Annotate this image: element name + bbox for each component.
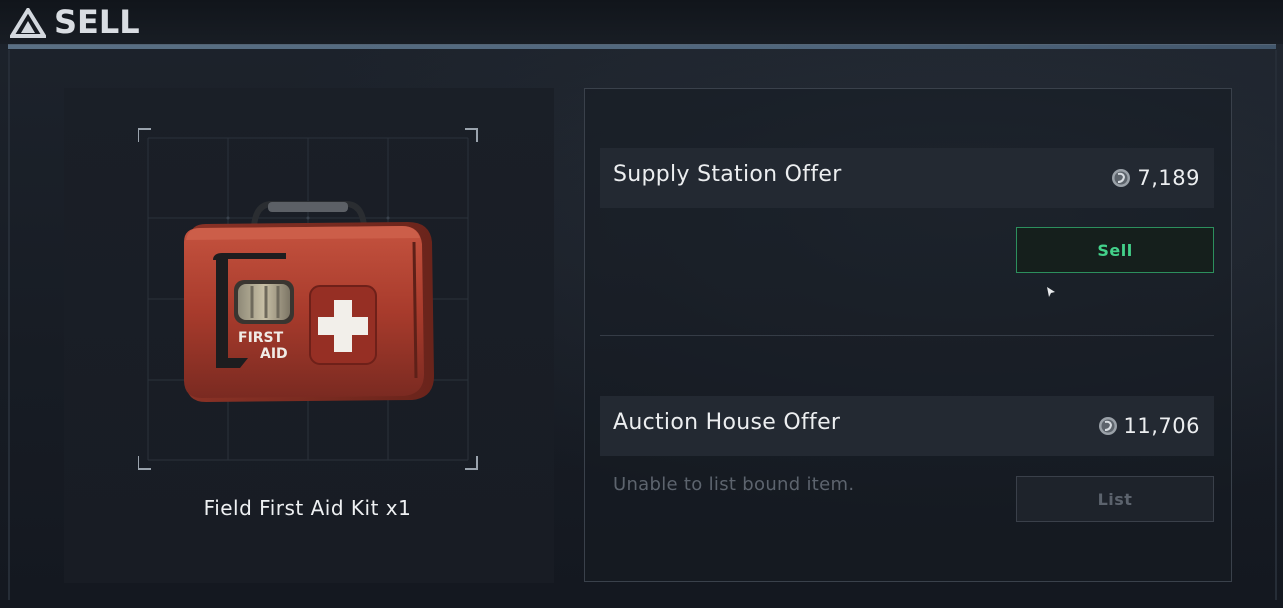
sell-screen: SELL FIRST AID Field First Aid Kit x1 Su…: [0, 0, 1283, 608]
auction-offer-label: Auction House Offer: [613, 410, 841, 435]
supply-station-offer-row: Supply Station Offer 7,189: [600, 148, 1214, 208]
right-border: [1275, 50, 1277, 600]
list-button[interactable]: List: [1016, 476, 1214, 522]
auction-price-value: 11,706: [1123, 414, 1200, 438]
coin-icon: [1112, 169, 1131, 187]
supply-offer-label: Supply Station Offer: [613, 162, 842, 187]
header-bar: SELL: [0, 0, 1283, 44]
item-name: Field First Aid Kit x1: [203, 496, 412, 520]
cursor-icon: [1047, 287, 1055, 297]
left-border: [8, 50, 10, 600]
triangle-logo-icon: [10, 8, 46, 38]
kit-text-aid: AID: [260, 346, 288, 362]
offers-divider: [600, 335, 1214, 336]
unable-to-list-notice: Unable to list bound item.: [613, 474, 855, 495]
header-divider: [8, 45, 1276, 49]
coin-icon: [1098, 417, 1117, 435]
supply-offer-price: 7,189: [1111, 166, 1200, 190]
supply-price-value: 7,189: [1137, 166, 1200, 190]
auction-offer-price: 11,706: [1098, 414, 1200, 438]
sell-button[interactable]: Sell: [1016, 227, 1214, 273]
auction-house-offer-row: Auction House Offer 11,706: [600, 396, 1214, 456]
kit-text-first: FIRST: [238, 330, 284, 346]
page-title: SELL: [54, 3, 140, 41]
first-aid-kit-icon: FIRST AID: [184, 201, 434, 402]
